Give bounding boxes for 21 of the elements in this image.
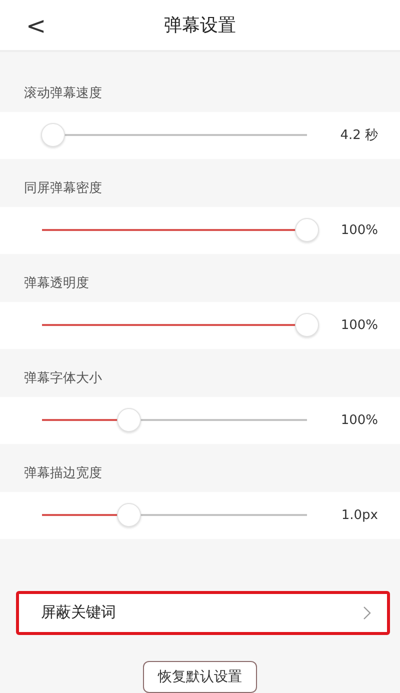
setting-label: 同屏弹幕密度 [24, 180, 102, 197]
keyword-label: 屏蔽关键词 [41, 603, 116, 622]
setting-label: 弹幕字体大小 [24, 370, 102, 387]
slider-thumb[interactable] [295, 313, 319, 338]
reset-button[interactable]: 恢复默认设置 [143, 661, 257, 693]
setting-label: 滚动弹幕速度 [24, 84, 102, 102]
slider-value: 4.2 秒 [340, 127, 378, 144]
keyword-row[interactable]: 屏蔽关键词 [16, 590, 390, 635]
slider-value: 100% [340, 412, 378, 428]
slider-value: 1.0px [341, 508, 378, 523]
page-title: 弹幕设置 [164, 14, 236, 37]
slider-value: 100% [340, 318, 378, 333]
slider-value: 100% [340, 222, 378, 238]
setting-label: 弹幕透明度 [24, 274, 89, 292]
slider-thumb[interactable] [117, 408, 142, 432]
slider-thumb[interactable] [40, 123, 65, 148]
setting-label: 弹幕描边宽度 [24, 464, 102, 482]
back-button[interactable]: < [20, 12, 52, 40]
slider-thumb[interactable] [117, 503, 142, 528]
slider-thumb[interactable] [295, 218, 319, 242]
chevron-icon [363, 606, 371, 620]
